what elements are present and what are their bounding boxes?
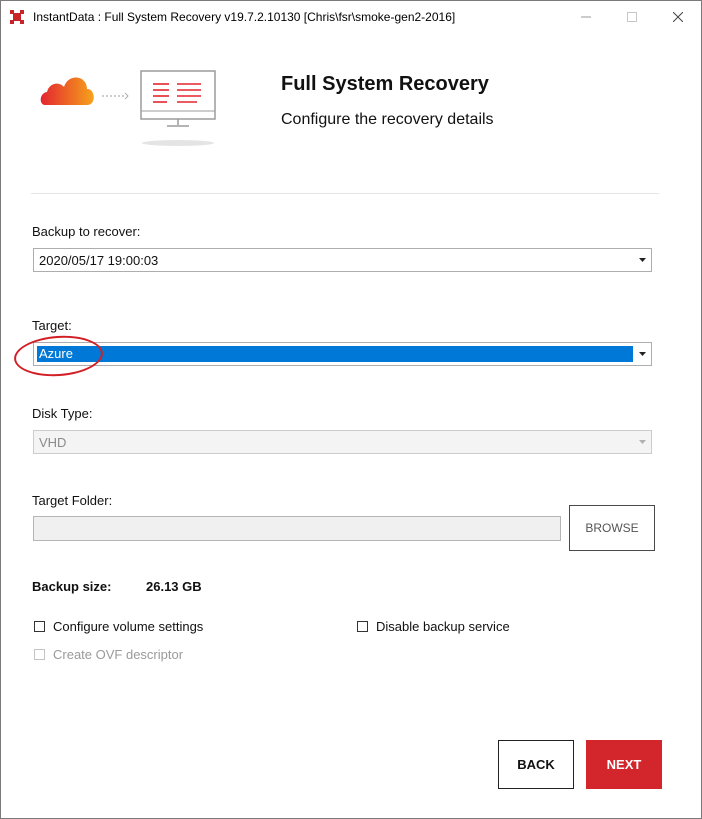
disk-type-select-value: VHD bbox=[39, 435, 67, 450]
close-button[interactable] bbox=[655, 1, 701, 33]
configure-volume-label: Configure volume settings bbox=[53, 619, 204, 634]
disk-type-label: Disk Type: bbox=[32, 406, 93, 421]
instantdata-app-icon bbox=[10, 10, 24, 24]
highlight-annotation-circle bbox=[12, 332, 105, 380]
minimize-icon bbox=[581, 16, 591, 18]
maximize-icon bbox=[627, 12, 637, 22]
dropdown-arrow-icon[interactable] bbox=[633, 249, 651, 271]
target-select[interactable]: Azure bbox=[33, 342, 652, 366]
maximize-button[interactable] bbox=[609, 1, 655, 33]
minimize-button[interactable] bbox=[563, 1, 609, 33]
create-ovf-label: Create OVF descriptor bbox=[53, 647, 184, 662]
backup-select-value: 2020/05/17 19:00:03 bbox=[39, 253, 159, 268]
cloud-icon bbox=[40, 77, 94, 105]
target-folder-input[interactable] bbox=[33, 516, 561, 541]
window-title: InstantData : Full System Recovery v19.7… bbox=[33, 10, 456, 24]
backup-size-label: Backup size: bbox=[32, 579, 112, 594]
checkbox-box bbox=[34, 649, 45, 660]
create-ovf-checkbox: Create OVF descriptor bbox=[34, 647, 183, 662]
dropdown-arrow-icon[interactable] bbox=[633, 343, 651, 365]
transfer-dots-icon bbox=[102, 92, 129, 100]
browse-button[interactable]: BROWSE bbox=[569, 505, 655, 551]
backup-select[interactable]: 2020/05/17 19:00:03 bbox=[33, 248, 652, 272]
page-subtitle: Configure the recovery details bbox=[281, 111, 494, 128]
disable-backup-service-label: Disable backup service bbox=[376, 619, 510, 634]
monitor-icon bbox=[140, 70, 216, 146]
page-title: Full System Recovery bbox=[281, 73, 489, 95]
dropdown-arrow-icon bbox=[633, 431, 651, 453]
disable-backup-service-checkbox[interactable]: Disable backup service bbox=[357, 619, 510, 634]
target-selection-highlight bbox=[37, 346, 633, 362]
recovery-window: InstantData : Full System Recovery v19.7… bbox=[0, 0, 702, 819]
backup-label: Backup to recover: bbox=[32, 224, 141, 239]
next-button[interactable]: NEXT bbox=[586, 740, 662, 789]
title-bar[interactable]: InstantData : Full System Recovery v19.7… bbox=[1, 1, 701, 33]
target-folder-label: Target Folder: bbox=[32, 493, 113, 508]
configure-volume-checkbox[interactable]: Configure volume settings bbox=[34, 619, 203, 634]
target-label: Target: bbox=[32, 318, 72, 333]
backup-size-value: 26.13 GB bbox=[146, 579, 202, 594]
header-divider bbox=[31, 193, 659, 194]
checkbox-box[interactable] bbox=[34, 621, 45, 632]
checkbox-box[interactable] bbox=[357, 621, 368, 632]
disk-type-select: VHD bbox=[33, 430, 652, 454]
back-button[interactable]: BACK bbox=[498, 740, 574, 789]
close-icon bbox=[673, 12, 683, 22]
recovery-illustration bbox=[40, 70, 216, 146]
